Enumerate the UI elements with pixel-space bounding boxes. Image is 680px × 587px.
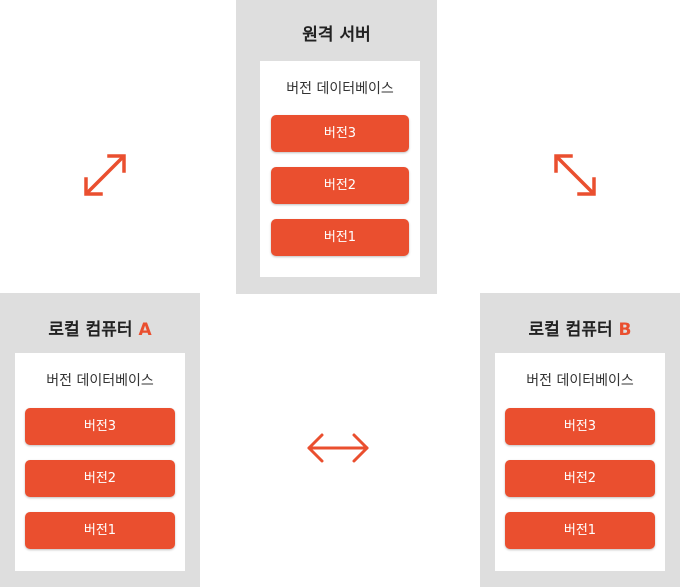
local-computer-a-label: A xyxy=(138,320,152,340)
local-computer-b-node: 로컬 컴퓨터 B 버전 데이터베이스 버전3 버전2 버전1 xyxy=(480,293,680,587)
version-1: 버전1 xyxy=(271,219,409,256)
remote-server-node: 원격 서버 버전 데이터베이스 버전3 버전2 버전1 xyxy=(236,0,437,294)
local-computer-a-title: 로컬 컴퓨터 A xyxy=(48,320,152,340)
remote-version-database: 버전 데이터베이스 버전3 버전2 버전1 xyxy=(260,61,420,277)
version-2: 버전2 xyxy=(505,460,655,497)
sync-arrow-remote-b-icon xyxy=(554,154,596,196)
version-1: 버전1 xyxy=(25,512,175,549)
version-3: 버전3 xyxy=(25,408,175,445)
local-computer-b-label: B xyxy=(618,320,632,340)
version-1: 버전1 xyxy=(505,512,655,549)
version-3: 버전3 xyxy=(271,115,409,152)
version-2: 버전2 xyxy=(25,460,175,497)
sync-arrow-a-b-icon xyxy=(307,433,369,463)
local-computer-a-node: 로컬 컴퓨터 A 버전 데이터베이스 버전3 버전2 버전1 xyxy=(0,293,200,587)
local-computer-b-title: 로컬 컴퓨터 B xyxy=(528,320,632,340)
local-b-version-database: 버전 데이터베이스 버전3 버전2 버전1 xyxy=(495,353,665,571)
version-2: 버전2 xyxy=(271,167,409,204)
local-a-version-database: 버전 데이터베이스 버전3 버전2 버전1 xyxy=(15,353,185,571)
version-3: 버전3 xyxy=(505,408,655,445)
database-title: 버전 데이터베이스 xyxy=(526,373,634,389)
database-title: 버전 데이터베이스 xyxy=(46,373,154,389)
sync-arrow-a-remote-icon xyxy=(84,154,126,196)
remote-server-title: 원격 서버 xyxy=(302,25,371,45)
database-title: 버전 데이터베이스 xyxy=(286,81,394,97)
